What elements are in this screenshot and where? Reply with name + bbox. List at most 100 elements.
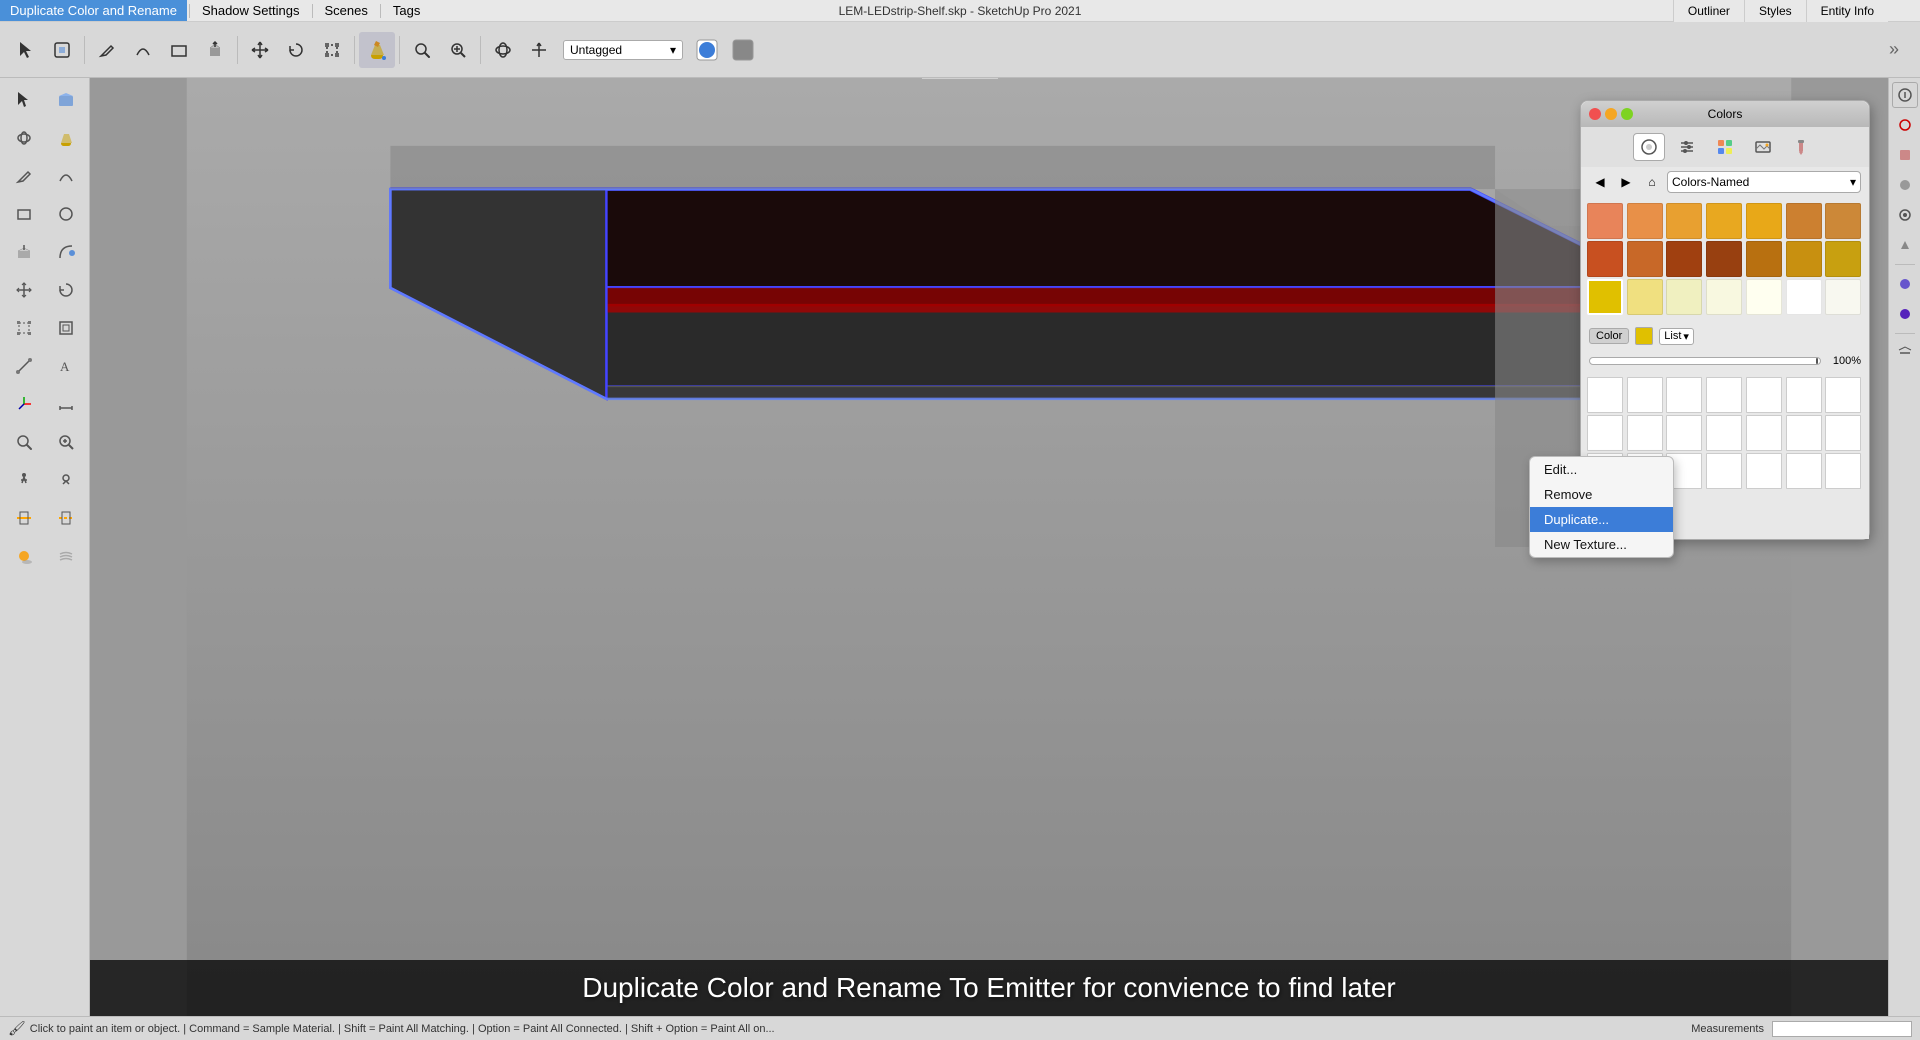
swatch-12[interactable] <box>1746 241 1782 277</box>
shape-tool-btn[interactable] <box>161 32 197 68</box>
walk-left-btn[interactable] <box>4 462 44 498</box>
right-btn-6[interactable] <box>1892 232 1918 258</box>
color-tab-palette[interactable] <box>1709 133 1741 161</box>
color-label-btn[interactable]: Color <box>1589 328 1629 344</box>
swatch-3[interactable] <box>1666 203 1702 239</box>
swatch-4[interactable] <box>1706 203 1742 239</box>
push-pull-btn[interactable] <box>197 32 233 68</box>
zoom-extent-btn[interactable] <box>440 32 476 68</box>
swatch-2[interactable] <box>1627 203 1663 239</box>
orbit-btn[interactable] <box>485 32 521 68</box>
move-tool-btn[interactable] <box>242 32 278 68</box>
right-btn-8[interactable] <box>1892 301 1918 327</box>
right-btn-4[interactable] <box>1892 172 1918 198</box>
component-left-btn[interactable] <box>46 82 86 118</box>
pan-btn[interactable] <box>521 32 557 68</box>
color-checkbox[interactable] <box>1635 327 1653 345</box>
swatch-10[interactable] <box>1666 241 1702 277</box>
nav-back-icon[interactable]: ◀ <box>1589 171 1611 193</box>
big-swatch-18[interactable] <box>1706 453 1742 489</box>
swatch-8[interactable] <box>1587 241 1623 277</box>
nav-home-icon[interactable]: ⌂ <box>1641 171 1663 193</box>
move-left-btn[interactable] <box>4 272 44 308</box>
orbit-left-btn[interactable] <box>4 120 44 156</box>
big-swatch-21[interactable] <box>1825 453 1861 489</box>
select-left-btn[interactable] <box>4 82 44 118</box>
lookaround-left-btn[interactable] <box>46 462 86 498</box>
big-swatch-19[interactable] <box>1746 453 1782 489</box>
swatch-14[interactable] <box>1825 241 1861 277</box>
panel-minimize-btn[interactable] <box>1605 108 1617 120</box>
follow-me-left-btn[interactable] <box>46 234 86 270</box>
pencil-tool-btn[interactable] <box>89 32 125 68</box>
panel-entity-info[interactable]: Entity Info <box>1806 0 1888 22</box>
swatch-21[interactable] <box>1825 279 1861 315</box>
measurements-input[interactable] <box>1772 1021 1912 1037</box>
swatch-9[interactable] <box>1627 241 1663 277</box>
rotate-tool-btn[interactable] <box>278 32 314 68</box>
color-tab-image[interactable] <box>1747 133 1779 161</box>
scale-tool-btn[interactable] <box>314 32 350 68</box>
rect-left-btn[interactable] <box>4 196 44 232</box>
big-swatch-6[interactable] <box>1786 377 1822 413</box>
swatch-7[interactable] <box>1825 203 1861 239</box>
right-btn-5[interactable] <box>1892 202 1918 228</box>
fog-left-btn[interactable] <box>46 538 86 574</box>
big-swatch-14[interactable] <box>1825 415 1861 451</box>
big-swatch-11[interactable] <box>1706 415 1742 451</box>
big-swatch-12[interactable] <box>1746 415 1782 451</box>
select-tool-btn[interactable] <box>8 32 44 68</box>
swatch-20[interactable] <box>1786 279 1822 315</box>
zoom-tool-btn[interactable] <box>404 32 440 68</box>
ctx-duplicate[interactable]: Duplicate... <box>1530 507 1673 532</box>
extend-toolbar-btn[interactable]: » <box>1876 32 1912 68</box>
color-tab-wheel[interactable] <box>1633 133 1665 161</box>
swatch-18[interactable] <box>1706 279 1742 315</box>
circle-left-btn[interactable] <box>46 196 86 232</box>
big-swatch-10[interactable] <box>1666 415 1702 451</box>
text-left-btn[interactable]: A <box>46 348 86 384</box>
panel-styles[interactable]: Styles <box>1744 0 1806 22</box>
push-pull-left-btn[interactable] <box>4 234 44 270</box>
ctx-new-texture[interactable]: New Texture... <box>1530 532 1673 557</box>
right-btn-3[interactable] <box>1892 142 1918 168</box>
list-dropdown[interactable]: List ▾ <box>1659 328 1694 345</box>
right-btn-7[interactable] <box>1892 271 1918 297</box>
background-color-btn[interactable] <box>725 32 761 68</box>
swatch-1[interactable] <box>1587 203 1623 239</box>
big-swatch-4[interactable] <box>1706 377 1742 413</box>
nav-forward-icon[interactable]: ▶ <box>1615 171 1637 193</box>
menu-duplicate-color[interactable]: Duplicate Color and Rename <box>0 0 187 21</box>
big-swatch-3[interactable] <box>1666 377 1702 413</box>
paint-tool-btn[interactable] <box>359 32 395 68</box>
ctx-edit[interactable]: Edit... <box>1530 457 1673 482</box>
swatch-15[interactable] <box>1587 279 1623 315</box>
paint-left-btn[interactable] <box>46 120 86 156</box>
component-tool-btn[interactable] <box>44 32 80 68</box>
scale-left-btn[interactable] <box>4 310 44 346</box>
swatch-16[interactable] <box>1627 279 1663 315</box>
offset-left-btn[interactable] <box>46 310 86 346</box>
right-btn-2[interactable] <box>1892 112 1918 138</box>
right-btn-1[interactable] <box>1892 82 1918 108</box>
section-left-btn[interactable] <box>4 500 44 536</box>
shadow-left-btn[interactable] <box>4 538 44 574</box>
arc-tool-btn[interactable] <box>125 32 161 68</box>
big-swatch-13[interactable] <box>1786 415 1822 451</box>
menu-scenes[interactable]: Scenes <box>315 0 378 21</box>
rotate-left-btn[interactable] <box>46 272 86 308</box>
untagged-selector[interactable]: Untagged ▾ <box>563 40 683 60</box>
colors-dropdown[interactable]: Colors-Named ▾ <box>1667 171 1861 193</box>
tape-left-btn[interactable] <box>4 348 44 384</box>
opacity-slider[interactable] <box>1589 357 1821 365</box>
big-swatch-9[interactable] <box>1627 415 1663 451</box>
pencil-left-btn[interactable] <box>4 158 44 194</box>
dim-left-btn[interactable] <box>46 386 86 422</box>
swatch-11[interactable] <box>1706 241 1742 277</box>
ctx-remove[interactable]: Remove <box>1530 482 1673 507</box>
axes-left-btn[interactable] <box>4 386 44 422</box>
panel-outliner[interactable]: Outliner <box>1673 0 1744 22</box>
zoom2-left-btn[interactable] <box>46 424 86 460</box>
panel-close-btn[interactable] <box>1589 108 1601 120</box>
swatch-19[interactable] <box>1746 279 1782 315</box>
